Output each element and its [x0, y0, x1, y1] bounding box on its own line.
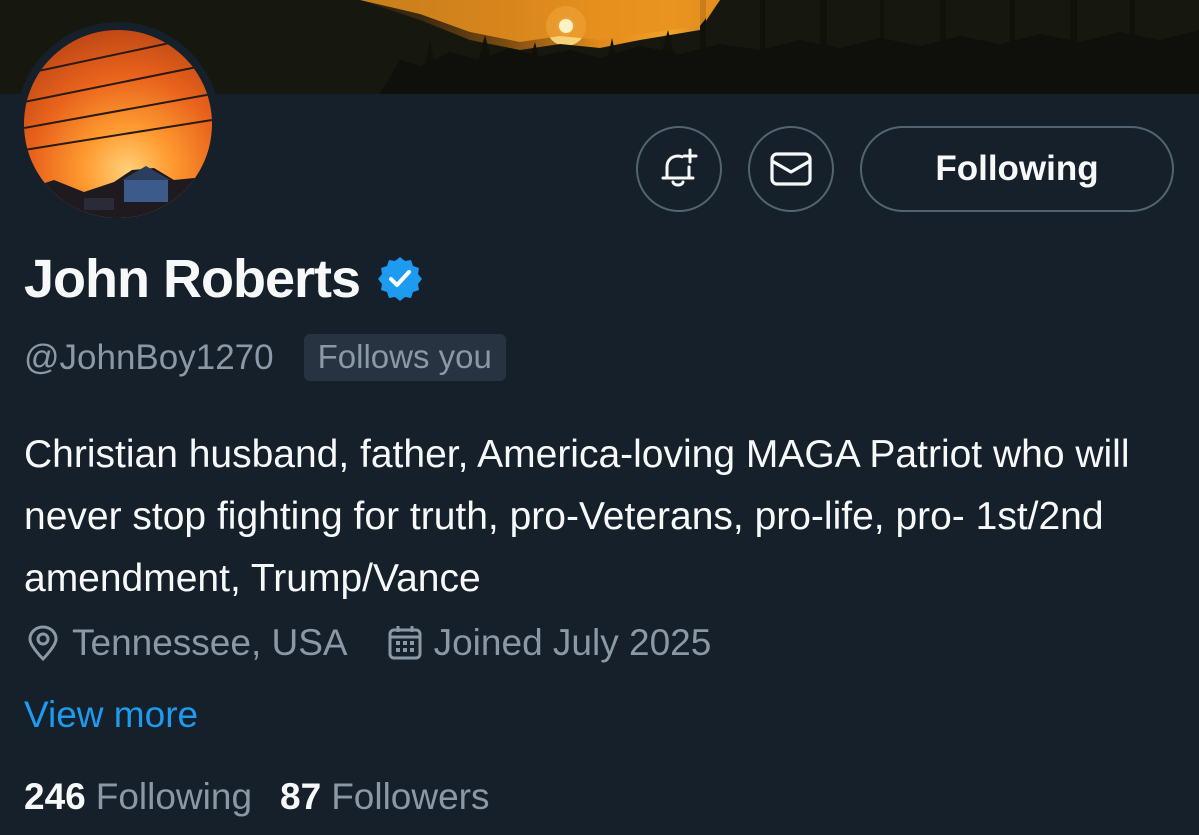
- message-button[interactable]: [748, 126, 834, 212]
- bell-plus-icon: [661, 148, 698, 187]
- followers-stat[interactable]: 87 Followers: [280, 776, 489, 818]
- follow-stats: 246 Following 87 Followers: [24, 776, 490, 818]
- calendar-icon: [388, 626, 422, 660]
- handle: @JohnBoy1270: [24, 337, 274, 377]
- joined-item: Joined July 2025: [386, 622, 712, 664]
- avatar[interactable]: [16, 22, 220, 226]
- handle-row: @JohnBoy1270 Follows you: [24, 334, 506, 381]
- follows-you-badge: Follows you: [303, 334, 506, 381]
- followers-label: Followers: [331, 776, 490, 817]
- following-count: 246: [24, 776, 86, 817]
- location-pin-icon: [28, 625, 58, 662]
- followers-count: 87: [280, 776, 322, 817]
- following-stat[interactable]: 246 Following: [24, 776, 252, 818]
- notifications-button[interactable]: [636, 126, 722, 212]
- following-button[interactable]: Following: [860, 126, 1174, 212]
- avatar-image: [24, 30, 212, 218]
- bio: Christian husband, father, America-lovin…: [24, 433, 1130, 600]
- following-label: Following: [95, 776, 253, 817]
- name-row: John Roberts: [24, 248, 424, 310]
- location-item: Tennessee, USA: [24, 622, 348, 664]
- profile-meta: Tennessee, USA Joined July 2025: [24, 622, 711, 664]
- envelope-icon: [770, 152, 812, 186]
- location-text: Tennessee, USA: [72, 622, 348, 663]
- verified-badge-icon: [376, 255, 424, 303]
- view-more-link[interactable]: View more: [24, 694, 198, 736]
- display-name: John Roberts: [24, 249, 361, 309]
- joined-text: Joined July 2025: [433, 622, 712, 663]
